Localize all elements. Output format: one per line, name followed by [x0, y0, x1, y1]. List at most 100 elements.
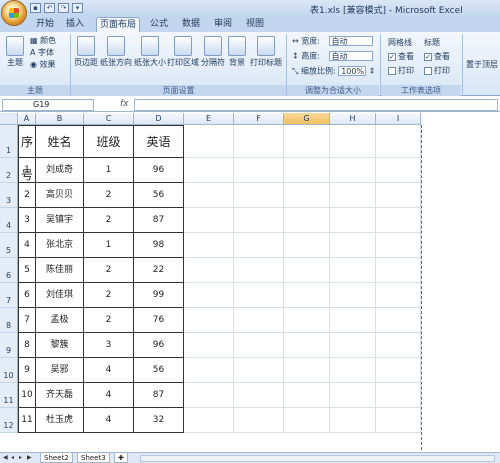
empty-cell[interactable]: [284, 308, 330, 333]
table-cell[interactable]: 5: [18, 258, 36, 283]
empty-cell[interactable]: [330, 208, 376, 233]
first-sheet-icon[interactable]: ◀: [3, 454, 9, 461]
empty-cell[interactable]: [376, 358, 421, 383]
empty-cell[interactable]: [376, 258, 421, 283]
empty-cell[interactable]: [284, 208, 330, 233]
table-cell[interactable]: 8: [18, 333, 36, 358]
tab-review[interactable]: 审阅: [208, 17, 238, 32]
empty-cell[interactable]: [330, 383, 376, 408]
column-header-h[interactable]: H: [330, 113, 376, 125]
table-header-cell[interactable]: 班级: [84, 125, 134, 158]
table-cell[interactable]: 87: [134, 383, 184, 408]
table-cell[interactable]: 4: [84, 408, 134, 433]
empty-cell[interactable]: [330, 358, 376, 383]
table-cell[interactable]: 杜玉虎: [36, 408, 84, 433]
name-box[interactable]: G19: [2, 99, 94, 111]
table-cell[interactable]: 56: [134, 358, 184, 383]
breaks-button[interactable]: 分隔符: [200, 36, 226, 67]
tab-insert[interactable]: 插入: [60, 17, 90, 32]
empty-cell[interactable]: [184, 308, 234, 333]
column-header-g[interactable]: G: [284, 113, 330, 125]
insert-sheet-icon[interactable]: ✚: [114, 453, 128, 463]
background-button[interactable]: 背景: [227, 36, 247, 67]
scale-input[interactable]: 100%: [338, 66, 367, 76]
empty-cell[interactable]: [376, 408, 421, 433]
empty-cell[interactable]: [234, 183, 284, 208]
empty-cell[interactable]: [184, 258, 234, 283]
column-header-d[interactable]: D: [134, 113, 184, 125]
prev-sheet-icon[interactable]: ◂: [11, 454, 17, 461]
table-cell[interactable]: 孟极: [36, 308, 84, 333]
empty-cell[interactable]: [284, 258, 330, 283]
table-cell[interactable]: 1: [84, 158, 134, 183]
table-cell[interactable]: 76: [134, 308, 184, 333]
row-header-3[interactable]: 3: [0, 183, 18, 208]
table-cell[interactable]: 6: [18, 283, 36, 308]
empty-cell[interactable]: [284, 183, 330, 208]
empty-cell[interactable]: [234, 125, 284, 158]
column-header-c[interactable]: C: [84, 113, 134, 125]
empty-cell[interactable]: [330, 233, 376, 258]
empty-cell[interactable]: [284, 125, 330, 158]
empty-cell[interactable]: [184, 408, 234, 433]
empty-cell[interactable]: [184, 125, 234, 158]
row-header-1[interactable]: 1: [0, 125, 18, 158]
empty-cell[interactable]: [184, 383, 234, 408]
empty-cell[interactable]: [330, 158, 376, 183]
table-cell[interactable]: 32: [134, 408, 184, 433]
print-area-button[interactable]: 打印区域: [167, 36, 199, 67]
empty-cell[interactable]: [234, 358, 284, 383]
table-cell[interactable]: 2: [84, 258, 134, 283]
headings-print-checkbox[interactable]: 打印: [424, 66, 450, 76]
table-header-cell[interactable]: 姓名: [36, 125, 84, 158]
width-combo[interactable]: 自动: [328, 36, 373, 46]
tab-formulas[interactable]: 公式: [144, 17, 174, 32]
empty-cell[interactable]: [234, 208, 284, 233]
table-cell[interactable]: 4: [84, 358, 134, 383]
row-header-11[interactable]: 11: [0, 383, 18, 408]
empty-cell[interactable]: [234, 383, 284, 408]
themes-button[interactable]: 主题: [3, 36, 27, 67]
table-cell[interactable]: 1: [18, 158, 36, 183]
empty-cell[interactable]: [234, 283, 284, 308]
spin-icon[interactable]: ⇕: [369, 67, 376, 76]
table-cell[interactable]: 96: [134, 333, 184, 358]
table-cell[interactable]: 黎簇: [36, 333, 84, 358]
table-cell[interactable]: 4: [84, 383, 134, 408]
margins-button[interactable]: 页边距: [73, 36, 99, 67]
row-header-10[interactable]: 10: [0, 358, 18, 383]
customize-qat-icon[interactable]: ▾: [72, 3, 83, 13]
empty-cell[interactable]: [284, 408, 330, 433]
height-combo[interactable]: 自动: [328, 51, 373, 61]
column-header-a[interactable]: A: [18, 113, 36, 125]
empty-cell[interactable]: [376, 183, 421, 208]
empty-cell[interactable]: [284, 233, 330, 258]
table-cell[interactable]: 4: [18, 233, 36, 258]
empty-cell[interactable]: [284, 283, 330, 308]
office-button[interactable]: [1, 0, 27, 26]
empty-cell[interactable]: [184, 283, 234, 308]
empty-cell[interactable]: [184, 208, 234, 233]
table-header-cell[interactable]: 序号: [18, 125, 36, 182]
empty-cell[interactable]: [330, 183, 376, 208]
empty-cell[interactable]: [184, 358, 234, 383]
table-cell[interactable]: 98: [134, 233, 184, 258]
table-cell[interactable]: 齐天磊: [36, 383, 84, 408]
empty-cell[interactable]: [284, 383, 330, 408]
row-header-9[interactable]: 9: [0, 333, 18, 358]
print-titles-button[interactable]: 打印标题: [250, 36, 282, 67]
horizontal-scrollbar[interactable]: [140, 455, 495, 462]
table-cell[interactable]: 9: [18, 358, 36, 383]
column-header-e[interactable]: E: [184, 113, 234, 125]
empty-cell[interactable]: [376, 233, 421, 258]
table-cell[interactable]: 87: [134, 208, 184, 233]
empty-cell[interactable]: [376, 158, 421, 183]
formula-input[interactable]: [134, 99, 498, 111]
gridlines-print-checkbox[interactable]: 打印: [388, 66, 414, 76]
row-header-5[interactable]: 5: [0, 233, 18, 258]
row-header-2[interactable]: 2: [0, 158, 18, 183]
table-cell[interactable]: 吴邪: [36, 358, 84, 383]
empty-cell[interactable]: [184, 333, 234, 358]
fx-icon[interactable]: fx: [120, 99, 129, 109]
table-cell[interactable]: 2: [84, 308, 134, 333]
